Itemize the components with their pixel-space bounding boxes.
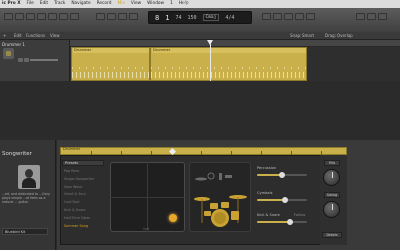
- stop-button[interactable]: [118, 13, 127, 20]
- tracks-edit-menu[interactable]: Edit: [14, 32, 22, 40]
- lcd-display[interactable]: 8 1 74 150 Cmaj 4/4: [148, 11, 252, 24]
- toolbar-button[interactable]: [37, 13, 46, 20]
- position-marker[interactable]: [168, 147, 177, 156]
- track-volume-slider[interactable]: [30, 59, 58, 61]
- library-button[interactable]: [4, 13, 13, 20]
- quick-help-button[interactable]: [26, 13, 35, 20]
- percussion-label: Percussion: [257, 166, 277, 170]
- snare-icon: [204, 211, 211, 216]
- floor-tom-icon: [231, 211, 239, 220]
- region-label: Drummer: [152, 48, 306, 53]
- tambourine-icon: [207, 172, 215, 180]
- drummer-avatar[interactable]: [18, 165, 40, 189]
- track-name[interactable]: Drummer 1: [2, 42, 25, 47]
- count-in-button[interactable]: [295, 13, 304, 20]
- preset-item[interactable]: Half-Time Vibes: [64, 215, 104, 223]
- mute-button[interactable]: [18, 58, 23, 62]
- drummer-description: ...ed, and dedicated to ...Gary plays si…: [2, 192, 50, 205]
- drummer-region[interactable]: Drummer: [150, 47, 307, 81]
- time-signature-display: 4/4: [225, 14, 235, 21]
- beat-display: 1: [165, 13, 170, 22]
- preset-item[interactable]: Pop Rock: [64, 168, 104, 176]
- drummer-style-title: Songwriter: [2, 151, 32, 157]
- fills-knob[interactable]: [323, 169, 340, 186]
- editors-button[interactable]: [70, 13, 79, 20]
- kit-selector[interactable]: Bluebird Kit: [2, 228, 48, 235]
- shaker-icon: [219, 173, 222, 180]
- play-button[interactable]: [129, 13, 138, 20]
- empty-track-area[interactable]: [0, 81, 400, 140]
- notes-button[interactable]: [356, 13, 365, 20]
- follow-label[interactable]: Follow: [294, 213, 305, 217]
- forward-button[interactable]: [107, 13, 116, 20]
- preset-list: Pop Rock Singer-Songwriter Slow Wave Hea…: [64, 168, 104, 230]
- tempo-display: 74: [175, 14, 182, 21]
- cymbals-slider[interactable]: [257, 197, 307, 203]
- percussion-slider[interactable]: [257, 172, 307, 178]
- key-display: Cmaj: [202, 14, 220, 21]
- rewind-button[interactable]: [96, 13, 105, 20]
- window-title: Untitled - Tracks: [183, 1, 217, 6]
- playhead-handle[interactable]: [207, 40, 213, 45]
- snap-select[interactable]: Smart: [302, 32, 314, 40]
- clap-icon: [225, 175, 232, 178]
- drag-select[interactable]: Overlap: [337, 32, 353, 40]
- apple-loops-button[interactable]: [367, 13, 376, 20]
- drum-kit-icon: [3, 48, 14, 59]
- tracks-functions-menu[interactable]: Functions: [26, 32, 45, 40]
- browsers-button[interactable]: [378, 13, 387, 20]
- smart-controls-button[interactable]: [48, 13, 57, 20]
- bpm-display: 150: [187, 14, 197, 21]
- cycle-button[interactable]: [262, 13, 271, 20]
- preset-item[interactable]: Heart & Soul: [64, 191, 104, 199]
- xy-pad-label: Soft: [143, 227, 150, 231]
- inspector-button[interactable]: [15, 13, 24, 20]
- xy-pad-puck[interactable]: [169, 214, 177, 222]
- drag-label: Drag:: [325, 33, 337, 38]
- preset-item[interactable]: Cool Dad: [64, 199, 104, 207]
- metronome-button[interactable]: [306, 13, 315, 20]
- percussion-icon: [195, 177, 207, 181]
- tracks-toolbar: + Edit Functions View Snap: Smart Drag: …: [0, 32, 400, 40]
- playhead[interactable]: [210, 40, 211, 81]
- preset-item[interactable]: Slow Wave: [64, 184, 104, 192]
- drummer-region-bar[interactable]: Drummer: [60, 147, 347, 156]
- tom-icon: [221, 202, 229, 208]
- mixer-button[interactable]: [59, 13, 68, 20]
- details-button[interactable]: Details: [322, 232, 342, 238]
- preset-item[interactable]: Singer-Songwriter: [64, 176, 104, 184]
- preset-item-selected[interactable]: Summer Song: [64, 223, 104, 231]
- drummer-region[interactable]: Drummer: [71, 47, 150, 81]
- tracks-view-menu[interactable]: View: [50, 32, 60, 40]
- region-label: Drummer: [73, 48, 149, 53]
- tom-icon: [210, 203, 218, 209]
- timeline-ruler[interactable]: [70, 40, 400, 47]
- swing-knob[interactable]: [323, 201, 340, 218]
- drum-kit-icon[interactable]: [191, 165, 249, 231]
- kick-snare-label: Kick & Snare: [257, 213, 280, 217]
- snap-label: Snap:: [290, 33, 302, 38]
- track-header[interactable]: Drummer 1: [0, 40, 70, 81]
- preset-item[interactable]: Kick & Snare: [64, 207, 104, 215]
- solo-button[interactable]: [284, 13, 293, 20]
- solo-track-button[interactable]: [24, 58, 29, 62]
- drummer-region-label: Drummer: [63, 147, 81, 151]
- fills-label: Fills: [324, 160, 340, 166]
- kick-snare-slider[interactable]: [257, 219, 307, 225]
- tracks-add-icon[interactable]: +: [3, 32, 6, 40]
- swing-label: Swing: [324, 192, 340, 198]
- bar-display: 8: [155, 13, 160, 22]
- cymbals-label: Cymbals: [257, 191, 273, 195]
- tuner-button[interactable]: [273, 13, 282, 20]
- preset-menu[interactable]: Presets: [62, 160, 104, 166]
